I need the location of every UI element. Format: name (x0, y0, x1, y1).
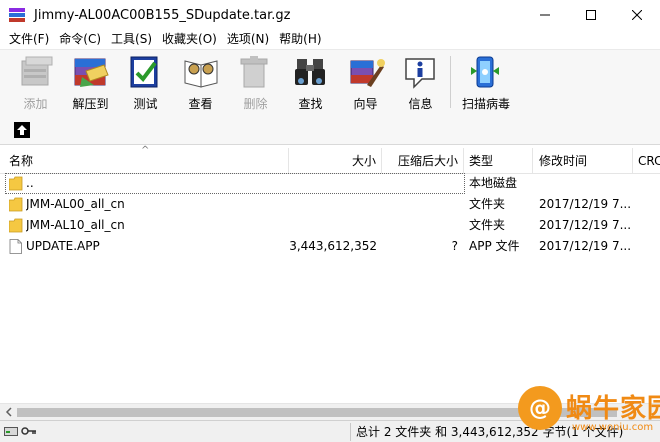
virus-scan-label: 扫描病毒 (461, 97, 510, 111)
watermark-url: www.woniu.com (572, 422, 654, 433)
file-name: JMM-AL00_all_cn (26, 197, 125, 211)
maximize-button[interactable] (568, 0, 614, 30)
table-row[interactable]: UPDATE.APP 3,443,612,352 ? APP 文件 2017/1… (0, 236, 660, 257)
file-name: .. (26, 176, 34, 190)
column-size[interactable]: 大小 (289, 148, 382, 174)
file-type: 文件夹 (469, 197, 506, 211)
file-type: APP 文件 (469, 239, 520, 253)
delete-icon (236, 54, 276, 90)
add-button[interactable]: 添加 (8, 50, 63, 114)
menu-help[interactable]: 帮助(H) (274, 30, 326, 49)
window-title: Jimmy-AL00AC00B155_SDupdate.tar.gz (34, 7, 291, 23)
test-icon (126, 54, 166, 90)
snail-logo-icon: @ (518, 386, 562, 430)
file-size: 3,443,612,352 (289, 239, 377, 253)
menu-file[interactable]: 文件(F) (4, 30, 54, 49)
wizard-button[interactable]: 向导 (338, 50, 393, 114)
column-packed-size[interactable]: 压缩后大小 (382, 148, 464, 174)
virus-scan-icon (466, 54, 506, 90)
column-crc[interactable]: CRC (633, 148, 660, 174)
file-modified: 2017/12/19 7... (539, 218, 632, 232)
folder-up-icon (9, 176, 23, 191)
toolbar: 添加 解压到 测试 查看 删除 查找 向导 信息 扫描病毒 (0, 49, 660, 115)
view-label: 查看 (188, 97, 213, 111)
column-header: ^ 名称 大小 压缩后大小 类型 修改时间 CRC (0, 145, 660, 174)
status-icons (4, 425, 37, 437)
find-label: 查找 (298, 97, 323, 111)
file-packed-size: ? (451, 239, 458, 253)
up-arrow-icon (17, 124, 27, 135)
toolbar-separator (450, 56, 451, 108)
wizard-icon (346, 54, 386, 90)
test-label: 测试 (133, 97, 158, 111)
menu-tools[interactable]: 工具(S) (106, 30, 157, 49)
minimize-button[interactable] (522, 0, 568, 30)
file-icon (9, 239, 22, 254)
menu-commands[interactable]: 命令(C) (54, 30, 106, 49)
file-modified: 2017/12/19 7... (539, 239, 632, 253)
view-icon (181, 54, 221, 90)
folder-icon (9, 218, 23, 233)
table-row[interactable]: .. 本地磁盘 (0, 173, 660, 194)
watermark-text: 蜗牛家园 (566, 394, 660, 424)
watermark: @ 蜗牛家园 www.woniu.com (510, 380, 660, 442)
file-name: JMM-AL10_all_cn (26, 218, 125, 232)
close-icon (632, 10, 642, 20)
table-row[interactable]: JMM-AL00_all_cn 文件夹 2017/12/19 7... (0, 194, 660, 215)
folder-icon (9, 197, 23, 212)
info-label: 信息 (408, 97, 433, 111)
file-list: ^ 名称 大小 压缩后大小 类型 修改时间 CRC .. 本地磁盘 JMM-AL… (0, 145, 660, 403)
column-name[interactable]: 名称 (0, 148, 289, 174)
add-label: 添加 (23, 97, 48, 111)
minimize-icon (540, 14, 550, 16)
column-modified[interactable]: 修改时间 (533, 148, 633, 174)
binoculars-icon (291, 54, 331, 90)
virus-scan-button[interactable]: 扫描病毒 (455, 50, 517, 114)
file-type: 本地磁盘 (469, 176, 518, 190)
winrar-app-icon[interactable] (8, 6, 26, 24)
scroll-left-icon[interactable] (4, 407, 14, 417)
menu-bar: 文件(F) 命令(C) 工具(S) 收藏夹(O) 选项(N) 帮助(H) (0, 30, 660, 49)
menu-favorites[interactable]: 收藏夹(O) (157, 30, 222, 49)
status-divider (350, 423, 351, 441)
file-type: 文件夹 (469, 218, 506, 232)
address-bar (0, 115, 660, 145)
menu-options[interactable]: 选项(N) (222, 30, 274, 49)
view-button[interactable]: 查看 (173, 50, 228, 114)
test-button[interactable]: 测试 (118, 50, 173, 114)
extract-to-button[interactable]: 解压到 (63, 50, 118, 114)
add-archive-icon (16, 54, 56, 90)
drive-icon (4, 427, 18, 436)
key-icon (21, 427, 36, 435)
up-folder-button[interactable] (14, 121, 30, 138)
find-button[interactable]: 查找 (283, 50, 338, 114)
delete-label: 删除 (243, 97, 268, 111)
extract-label: 解压到 (72, 97, 109, 111)
info-icon (401, 54, 441, 90)
maximize-icon (586, 10, 596, 20)
delete-button[interactable]: 删除 (228, 50, 283, 114)
info-button[interactable]: 信息 (393, 50, 448, 114)
wizard-label: 向导 (353, 97, 378, 111)
file-name: UPDATE.APP (26, 239, 100, 253)
title-bar: Jimmy-AL00AC00B155_SDupdate.tar.gz (0, 0, 660, 30)
close-button[interactable] (614, 0, 660, 30)
file-modified: 2017/12/19 7... (539, 197, 632, 211)
extract-icon (71, 54, 111, 90)
column-type[interactable]: 类型 (464, 148, 533, 174)
table-row[interactable]: JMM-AL10_all_cn 文件夹 2017/12/19 7... (0, 215, 660, 236)
